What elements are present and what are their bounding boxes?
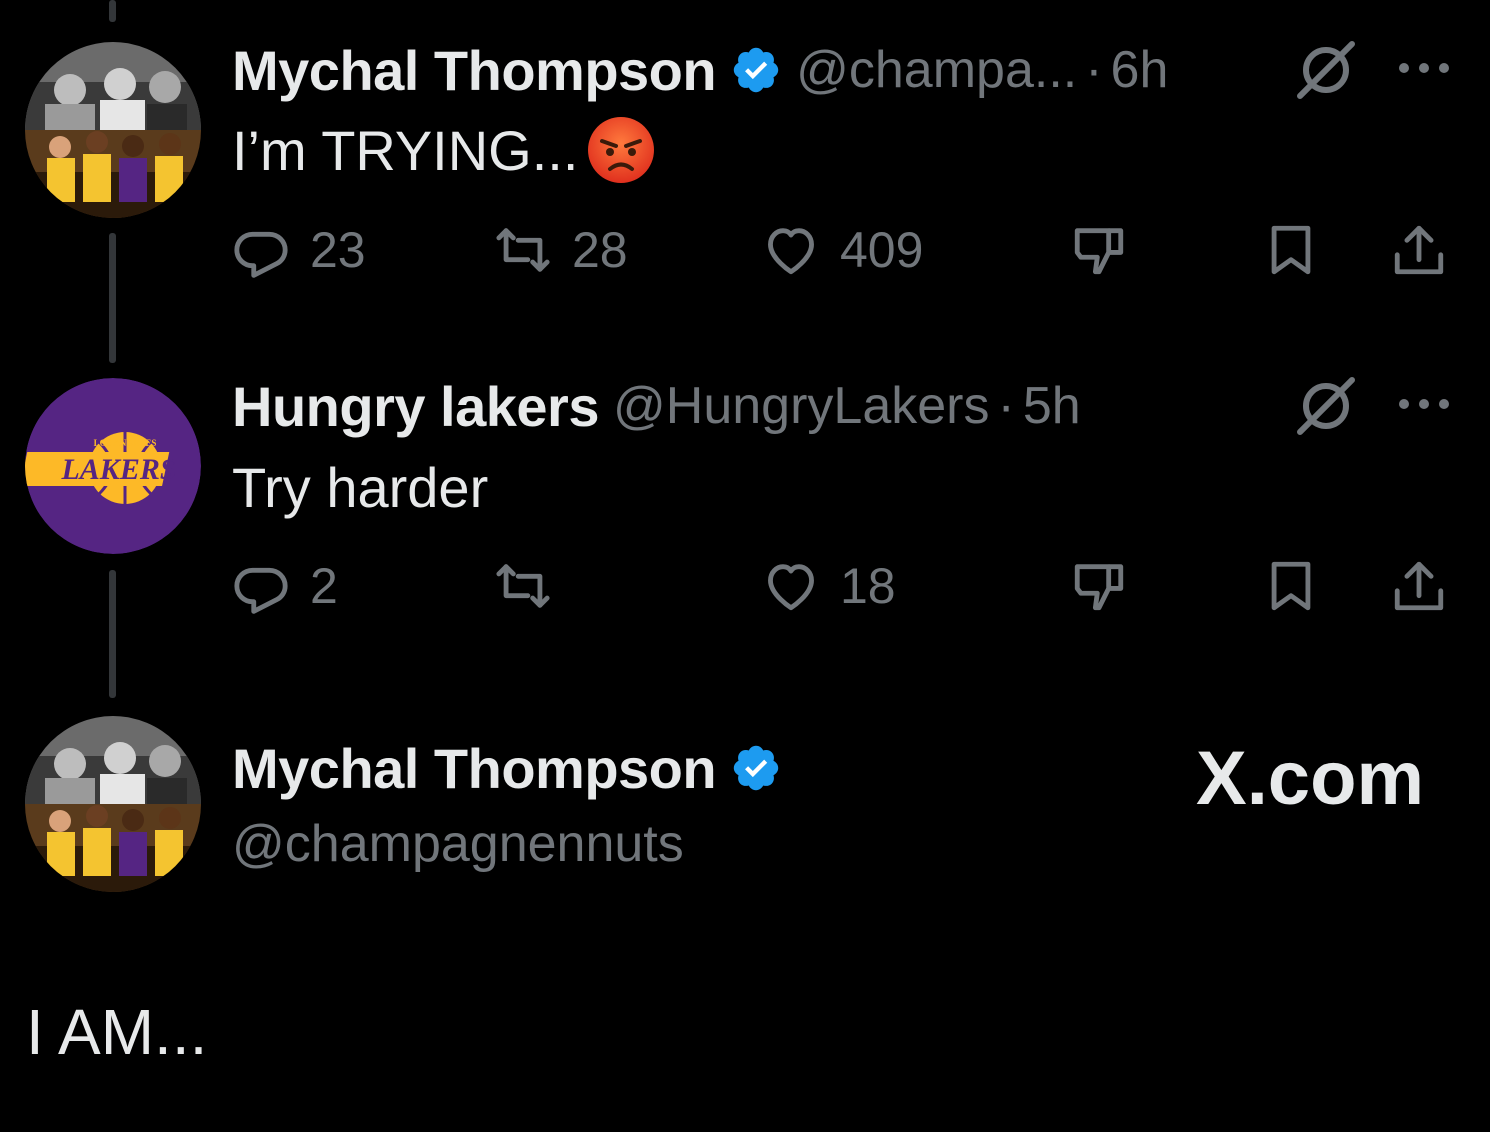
- reply-button[interactable]: 23: [232, 215, 366, 285]
- repost-icon: [496, 228, 550, 272]
- tweet-timestamp[interactable]: 5h: [1023, 376, 1081, 436]
- repost-button[interactable]: 28: [494, 215, 628, 285]
- grok-icon[interactable]: [1294, 374, 1358, 438]
- reply-icon: [234, 231, 288, 278]
- share-button[interactable]: [1390, 551, 1448, 621]
- dislike-button[interactable]: [1070, 551, 1128, 621]
- profile-name-row: Mychal Thompson: [232, 736, 782, 800]
- tweet-text: Try harder: [232, 455, 489, 519]
- verified-badge-icon[interactable]: [730, 742, 782, 794]
- author-handle[interactable]: @champa...: [796, 40, 1077, 100]
- svg-text:LOS ANGELES: LOS ANGELES: [94, 438, 157, 448]
- repost-count: 28: [572, 222, 628, 278]
- thread-line-2: [109, 570, 116, 698]
- share-icon: [1394, 561, 1444, 611]
- tweet-2-header: Hungry lakers @HungryLakers · 5h: [232, 374, 1081, 438]
- dislike-icon: [1074, 564, 1124, 611]
- like-button[interactable]: 409: [762, 215, 923, 285]
- tweet-1-actions: 23 28 409: [232, 215, 1462, 285]
- tweet-1-text: I’m TRYING...: [232, 114, 656, 186]
- share-button[interactable]: [1390, 215, 1448, 285]
- separator-dot: ·: [997, 377, 1015, 435]
- x-com-watermark: X.com: [1196, 736, 1425, 821]
- angry-face-emoji-icon: [586, 115, 656, 185]
- dislike-button[interactable]: [1070, 215, 1128, 285]
- tweet-2-actions: 2 18: [232, 551, 1462, 621]
- author-handle[interactable]: @HungryLakers: [613, 376, 990, 436]
- like-icon: [768, 228, 814, 275]
- grok-icon[interactable]: [1294, 38, 1358, 102]
- reply-icon: [234, 567, 288, 614]
- bookmark-button[interactable]: [1262, 215, 1320, 285]
- profile-handle[interactable]: @champagnennuts: [232, 814, 684, 874]
- caption-text: I AM...: [26, 996, 208, 1068]
- like-button[interactable]: 18: [762, 551, 896, 621]
- avatar-mychal-thompson[interactable]: [25, 42, 201, 218]
- separator-dot: ·: [1085, 41, 1103, 99]
- author-name[interactable]: Mychal Thompson: [232, 38, 717, 103]
- bookmark-icon: [1271, 561, 1311, 611]
- tweet-text: I’m TRYING...: [232, 118, 579, 182]
- more-icon[interactable]: [1396, 394, 1452, 414]
- like-count: 409: [840, 222, 924, 278]
- avatar-hungry-lakers[interactable]: LAKERS LOS ANGELES: [25, 378, 201, 554]
- share-icon: [1394, 225, 1444, 275]
- svg-text:LAKERS: LAKERS: [60, 453, 176, 486]
- bookmark-icon: [1271, 225, 1311, 275]
- bookmark-button[interactable]: [1262, 551, 1320, 621]
- thread-line-1: [109, 233, 116, 363]
- profile-name[interactable]: Mychal Thompson: [232, 736, 717, 801]
- repost-button[interactable]: [494, 551, 572, 621]
- tweet-2-text: Try harder: [232, 452, 488, 522]
- repost-icon: [496, 564, 550, 608]
- reply-count: 23: [310, 222, 366, 278]
- reply-count: 2: [310, 558, 338, 614]
- author-name[interactable]: Hungry lakers: [232, 374, 600, 439]
- reply-button[interactable]: 2: [232, 551, 338, 621]
- more-icon[interactable]: [1396, 58, 1452, 78]
- like-count: 18: [840, 558, 896, 614]
- verified-badge-icon[interactable]: [730, 44, 782, 96]
- avatar-mychal-thompson[interactable]: [25, 716, 201, 892]
- thread-line-top: [109, 0, 116, 22]
- tweet-timestamp[interactable]: 6h: [1111, 40, 1169, 100]
- dislike-icon: [1074, 228, 1124, 275]
- tweet-1-header: Mychal Thompson @champa... · 6h: [232, 38, 1168, 102]
- like-icon: [768, 564, 814, 611]
- profile-handle-row: @champagnennuts: [232, 812, 684, 876]
